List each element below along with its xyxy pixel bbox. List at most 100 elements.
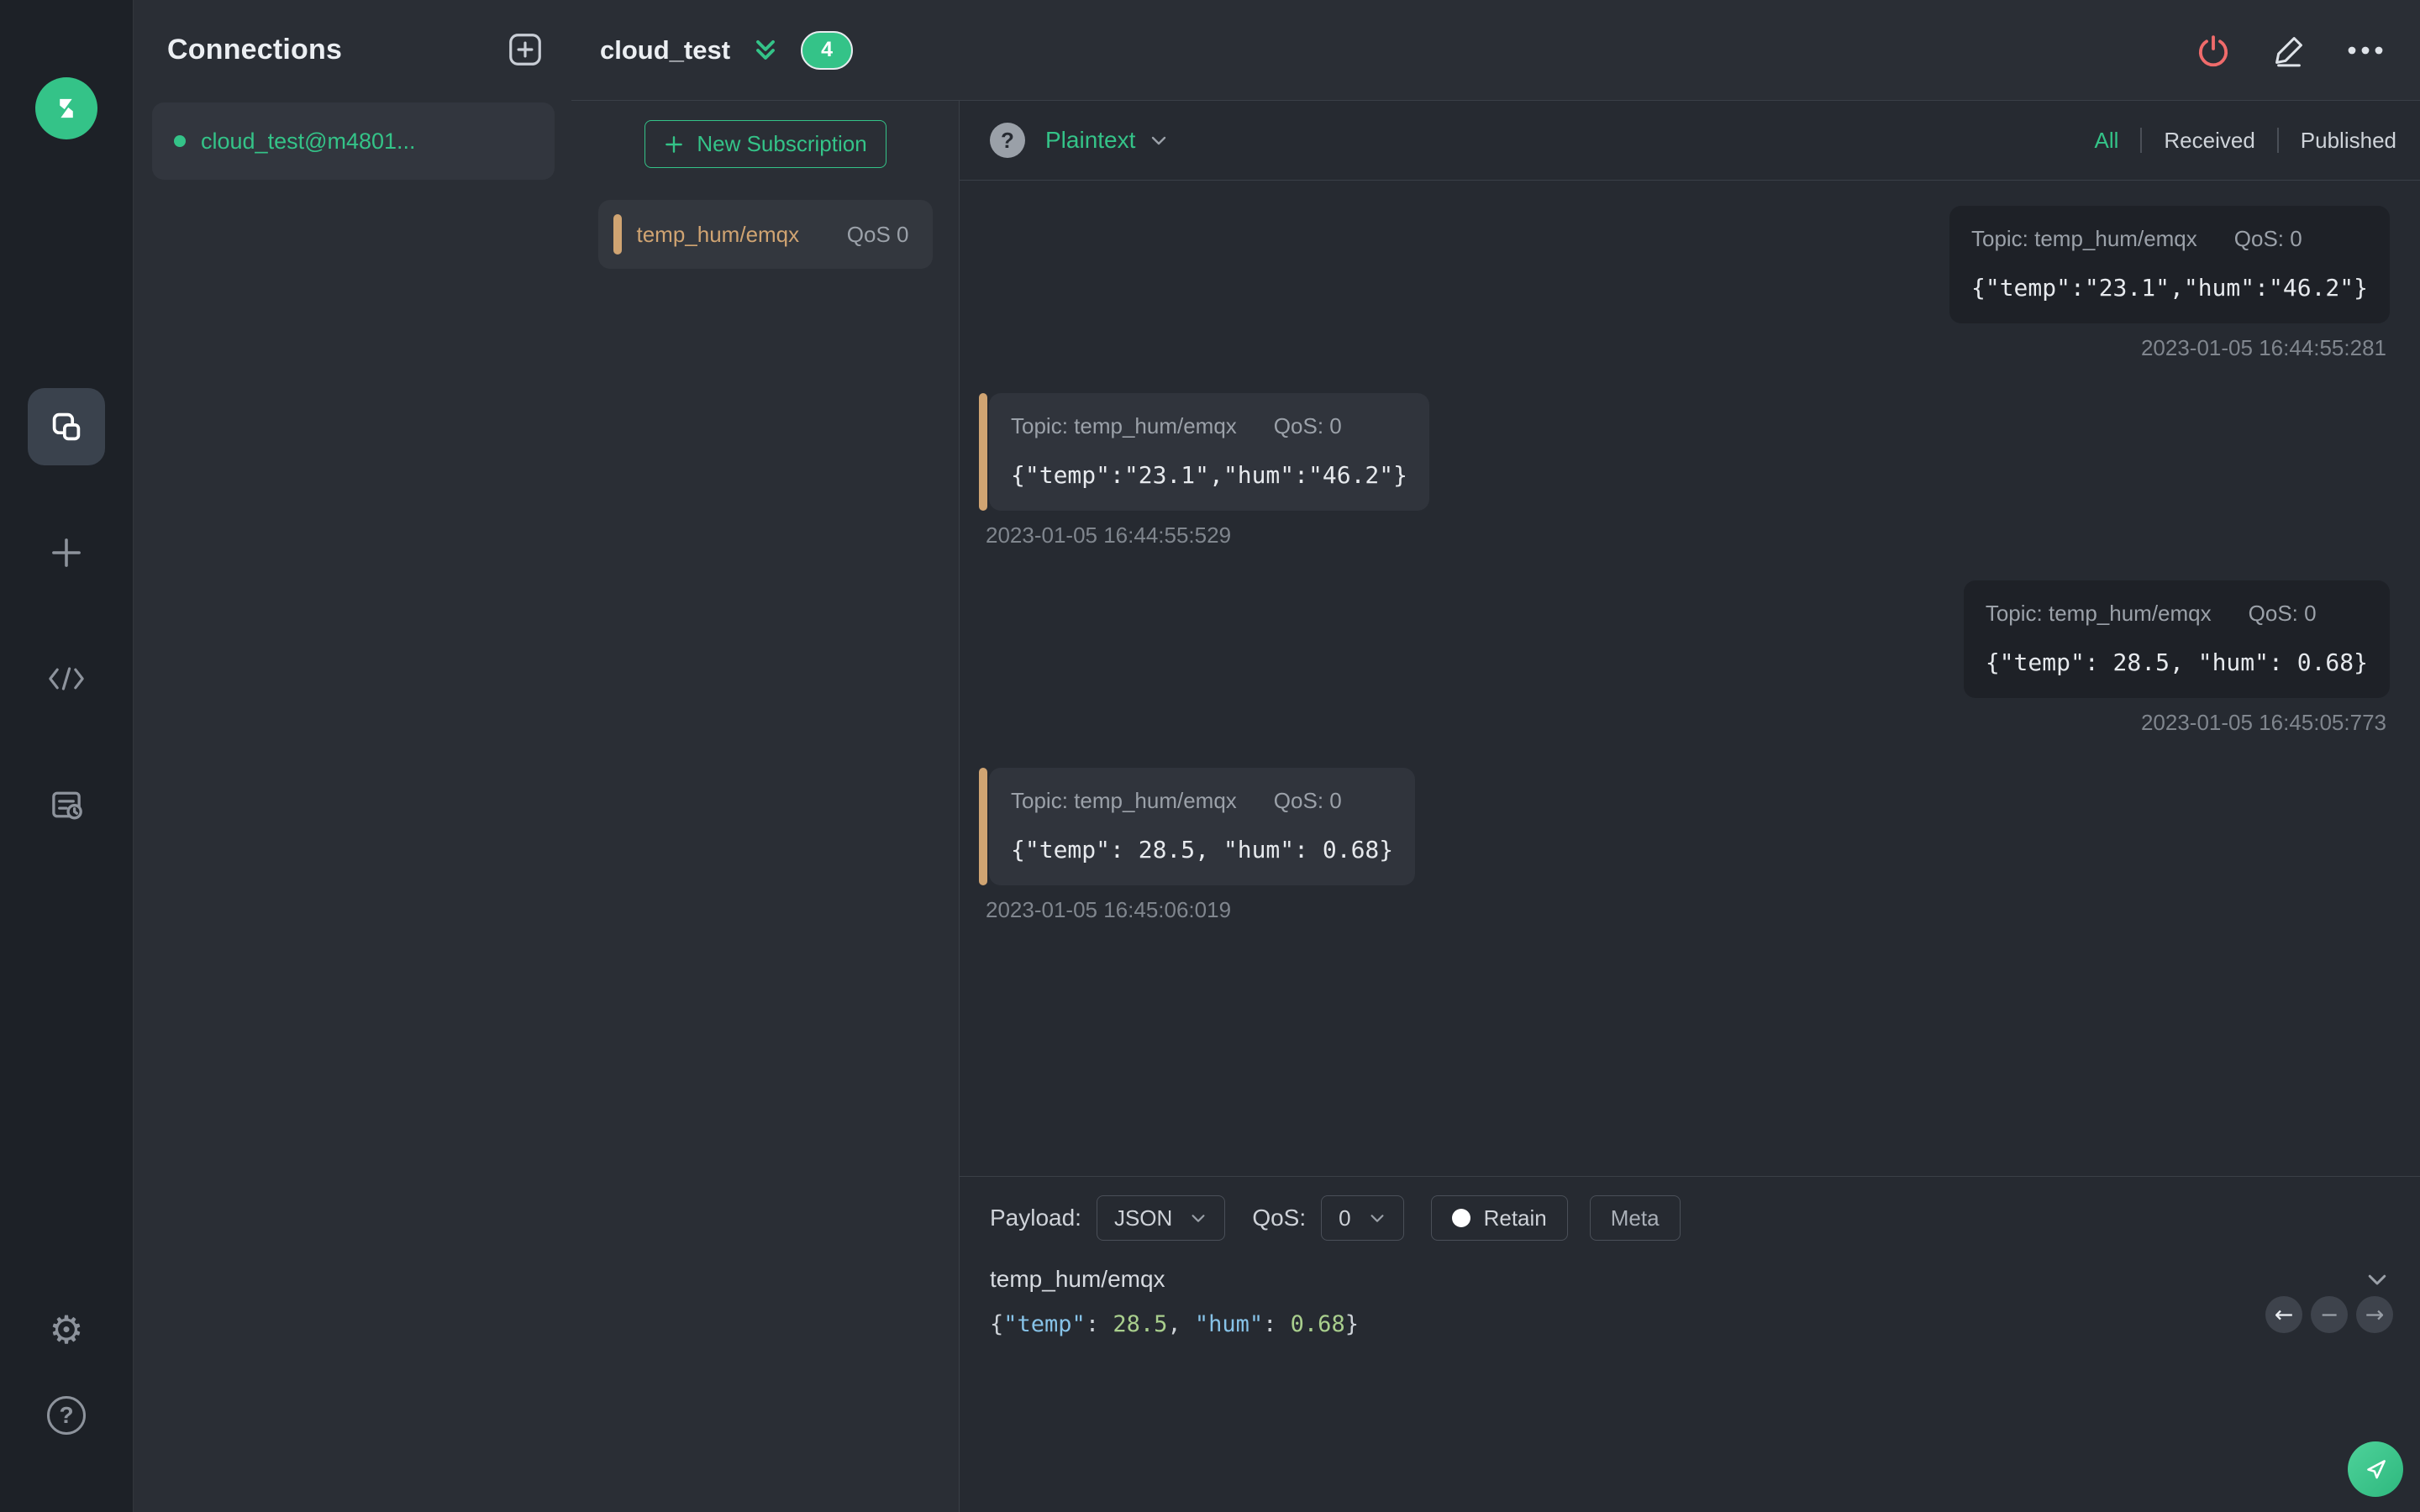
message-meta: Topic: temp_hum/emqx QoS: 0 (1011, 413, 1407, 439)
topic-input[interactable] (990, 1266, 2166, 1293)
navbar-bottom-group: ⚙ ? (47, 1310, 86, 1512)
retain-toggle[interactable]: Retain (1430, 1195, 1568, 1241)
mqttx-logo (35, 77, 97, 139)
nav-log-icon[interactable] (28, 766, 105, 843)
subscriptions-column: New Subscription temp_hum/emqx QoS 0 (571, 101, 960, 1512)
connections-panel: Connections cloud_test@m4801... (133, 0, 571, 1512)
disconnect-power-icon[interactable] (2195, 32, 2232, 69)
filter-all[interactable]: All (2094, 128, 2118, 154)
meta-label: Meta (1610, 1205, 1660, 1231)
subscription-item[interactable]: temp_hum/emqx QoS 0 (597, 200, 933, 269)
message-qos: QoS: 0 (2233, 226, 2302, 251)
message-timestamp: 2023-01-05 16:45:06:019 (986, 897, 1232, 922)
payload-type-value: JSON (1113, 1205, 1173, 1231)
nav-new-connection-icon[interactable] (28, 514, 105, 591)
main-panel: cloud_test 4 New Subscription temp_hum/e… (571, 0, 2420, 1512)
chevron-down-icon (1152, 136, 1166, 145)
message-topic: Topic: temp_hum/emqx (1011, 788, 1237, 813)
qos-value: 0 (1339, 1205, 1351, 1231)
connection-topbar: cloud_test 4 (571, 0, 2420, 101)
message-color-bar (979, 768, 987, 885)
message-topic: Topic: temp_hum/emqx (1970, 226, 2197, 251)
nav-connections-icon[interactable] (28, 388, 105, 465)
message-published: Topic: temp_hum/emqx QoS: 0 {"temp": 28.… (1963, 580, 2390, 736)
message-filters: All Received Published (2094, 128, 2396, 154)
remove-history-icon[interactable]: − (2311, 1296, 2348, 1333)
payload-format-value: Plaintext (1045, 127, 1136, 153)
message-bubble[interactable]: Topic: temp_hum/emqx QoS: 0 {"temp":"23.… (1949, 206, 2390, 323)
payload-type-select[interactable]: JSON (1096, 1195, 1226, 1241)
settings-gear-icon[interactable]: ⚙ (49, 1310, 83, 1349)
filter-received[interactable]: Received (2164, 128, 2254, 154)
new-subscription-button[interactable]: New Subscription (644, 120, 886, 168)
message-qos: QoS: 0 (1273, 788, 1342, 813)
message-qos: QoS: 0 (2248, 601, 2317, 626)
chevron-down-icon (1370, 1215, 1384, 1222)
collapse-double-chevron-icon[interactable] (750, 35, 781, 66)
message-meta: Topic: temp_hum/emqx QoS: 0 (1971, 226, 2368, 252)
message-payload: {"temp":"23.1","hum":"46.2"} (1011, 461, 1408, 489)
subscription-qos: QoS 0 (846, 221, 909, 247)
message-meta: Topic: temp_hum/emqx QoS: 0 (1011, 788, 1393, 814)
topbar-actions (2195, 32, 2385, 69)
message-published: Topic: temp_hum/emqx QoS: 0 {"temp":"23.… (1949, 206, 2390, 361)
filter-divider (2140, 128, 2143, 153)
messages-header: ? Plaintext All Received Published (960, 101, 2420, 181)
new-subscription-label: New Subscription (697, 131, 867, 156)
add-connection-icon[interactable] (506, 30, 544, 69)
help-icon[interactable]: ? (47, 1396, 86, 1435)
message-timestamp: 2023-01-05 16:45:05:773 (2140, 710, 2386, 735)
next-message-icon[interactable]: → (2356, 1296, 2393, 1333)
payload-format-help-icon[interactable]: ? (990, 123, 1025, 158)
message-payload: {"temp": 28.5, "hum": 0.68} (1011, 836, 1394, 864)
send-paper-plane-icon (2367, 1460, 2386, 1479)
retain-label: Retain (1483, 1205, 1547, 1231)
history-navigation: ← − → (2265, 1296, 2393, 1333)
message-color-bar (979, 393, 987, 511)
collapse-editor-chevron-icon[interactable] (2365, 1267, 2390, 1292)
connection-title: cloud_test (600, 34, 731, 65)
subscription-count-badge: 4 (801, 30, 854, 70)
message-meta: Topic: temp_hum/emqx QoS: 0 (1986, 601, 2368, 627)
left-navbar: ⚙ ? (0, 0, 133, 1512)
nav-script-icon[interactable] (28, 640, 105, 717)
chevron-down-icon (1192, 1215, 1205, 1222)
message-topic: Topic: temp_hum/emqx (1985, 601, 2212, 626)
connections-title: Connections (167, 33, 343, 66)
filter-published[interactable]: Published (2301, 128, 2396, 154)
connection-list-item[interactable]: cloud_test@m4801... (152, 102, 555, 180)
message-timestamp: 2023-01-05 16:44:55:281 (2140, 335, 2386, 360)
message-bubble[interactable]: Topic: temp_hum/emqx QoS: 0 {"temp": 28.… (989, 768, 1416, 885)
mqttx-app: ⚙ ? Connections cloud_test@m4801... clou… (0, 0, 2420, 1512)
filter-divider (2276, 128, 2279, 153)
message-payload: {"temp":"23.1","hum":"46.2"} (1970, 274, 2368, 302)
content-area: New Subscription temp_hum/emqx QoS 0 ? P… (571, 101, 2420, 1512)
more-ellipsis-icon[interactable] (2346, 45, 2385, 56)
payload-label: Payload: (990, 1205, 1081, 1231)
message-bubble[interactable]: Topic: temp_hum/emqx QoS: 0 {"temp":"23.… (989, 393, 1430, 511)
connection-status-dot (174, 135, 186, 147)
subscription-topic: temp_hum/emqx (636, 221, 800, 247)
message-topic: Topic: temp_hum/emqx (1011, 413, 1237, 438)
retain-dot-icon (1451, 1209, 1470, 1227)
subscription-color-bar (613, 214, 622, 255)
topic-row (960, 1241, 2420, 1293)
qos-label: QoS: (1252, 1205, 1307, 1231)
messages-panel: ? Plaintext All Received Published Topic… (960, 101, 2420, 1512)
qos-select[interactable]: 0 (1321, 1195, 1404, 1241)
message-timestamp: 2023-01-05 16:44:55:529 (986, 522, 1232, 548)
publish-composer: Payload: JSON QoS: 0 Retain Meta temp_hu… (960, 1176, 2420, 1512)
message-qos: QoS: 0 (1273, 413, 1342, 438)
connections-header: Connections (134, 0, 571, 99)
composer-controls: Payload: JSON QoS: 0 Retain Meta (960, 1177, 2420, 1241)
payload-format-select[interactable]: Plaintext (1045, 127, 1169, 154)
edit-pencil-icon[interactable] (2270, 32, 2307, 69)
send-button[interactable] (2348, 1441, 2403, 1497)
meta-button[interactable]: Meta (1589, 1195, 1681, 1241)
message-received: Topic: temp_hum/emqx QoS: 0 {"temp": 28.… (979, 768, 1416, 923)
payload-editor[interactable]: {"temp": 28.5, "hum": 0.68} (960, 1293, 2420, 1337)
message-received: Topic: temp_hum/emqx QoS: 0 {"temp":"23.… (979, 393, 1430, 549)
message-bubble[interactable]: Topic: temp_hum/emqx QoS: 0 {"temp": 28.… (1963, 580, 2390, 698)
prev-message-icon[interactable]: ← (2265, 1296, 2302, 1333)
plus-icon (666, 135, 683, 153)
